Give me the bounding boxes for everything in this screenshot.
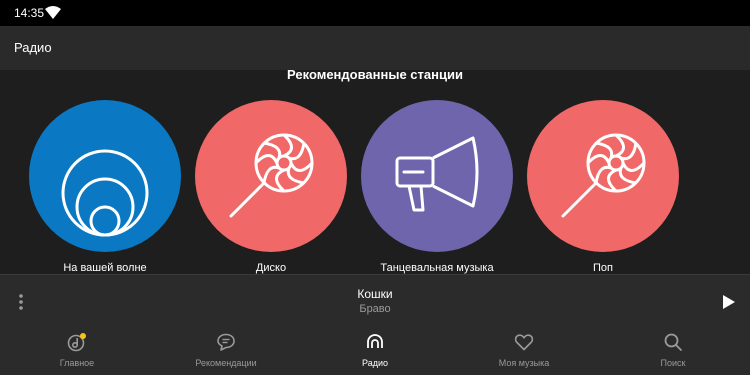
station-label: Поп [593,262,613,274]
bottom-nav: Главное Рекомендации Радио Моя музыка По… [0,326,750,375]
station-cover [361,100,513,252]
recommended-stations-section: Рекомендованные станции На вашей волне Д… [0,70,750,274]
status-time: 14:35 [14,6,45,20]
nav-label: Радио [362,358,388,368]
station-cover [29,100,181,252]
lollipop-icon [229,133,314,218]
track-artist: Браво [359,303,391,315]
nav-item-recommendations[interactable]: Рекомендации [151,326,301,375]
station-card-pop[interactable]: Поп [527,100,679,274]
station-label: Танцевальная музыка [380,262,494,274]
station-card-tantsevalnaya-muzyka[interactable]: Танцевальная музыка [361,100,513,274]
wifi-icon [45,6,61,19]
station-cover [195,100,347,252]
notification-dot [80,333,86,339]
radio-icon [367,334,383,348]
mini-player[interactable]: Кошки Браво [0,274,750,326]
music-note-icon [67,333,86,352]
section-title: Рекомендованные станции [287,70,463,82]
track-title: Кошки [357,287,393,301]
nav-item-home[interactable]: Главное [2,326,152,375]
nav-item-my-music[interactable]: Моя музыка [449,326,599,375]
heart-icon [514,334,534,351]
nav-label: Моя музыка [498,358,550,368]
wave-circles-icon [61,149,149,237]
nav-item-search[interactable]: Поиск [598,326,748,375]
nav-label: Главное [59,358,95,368]
lollipop-icon [561,133,646,218]
station-label: Диско [255,262,287,274]
station-card-na-vashey-volne[interactable]: На вашей волне [29,100,181,274]
nav-label: Поиск [660,358,686,368]
nav-item-radio[interactable]: Радио [300,326,450,375]
megaphone-icon [395,136,479,212]
station-label: На вашей волне [63,262,147,274]
nav-label: Рекомендации [195,358,257,368]
app-bar: Радио [0,26,750,70]
play-icon[interactable] [722,294,736,310]
status-bar: 14:35 [0,0,750,26]
chat-bubble-icon [217,333,235,351]
station-cover [527,100,679,252]
page-title: Радио [14,40,52,55]
station-card-disko[interactable]: Диско [195,100,347,274]
search-icon [664,333,682,351]
